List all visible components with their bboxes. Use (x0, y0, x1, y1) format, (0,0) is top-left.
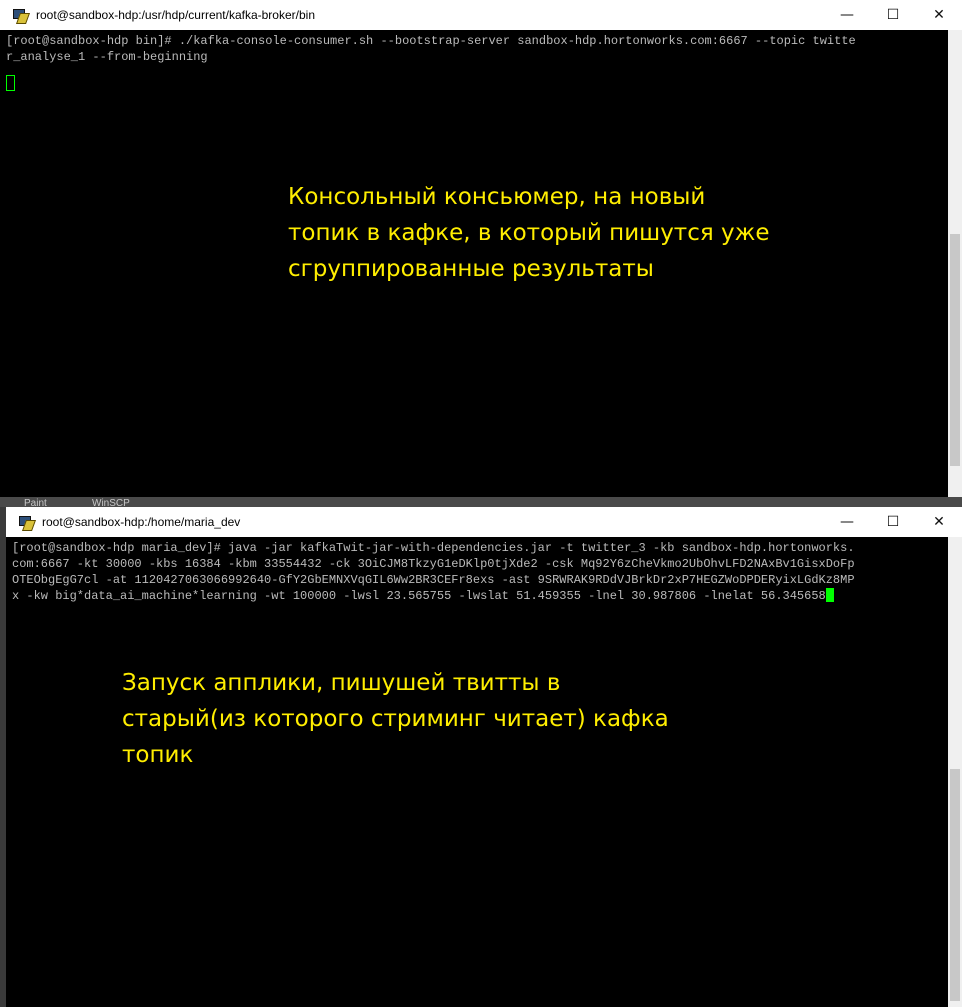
terminal-cursor (825, 588, 834, 602)
annotation-producer: Запуск апплики, пишушей твитты в старый(… (122, 665, 669, 773)
minimize-button[interactable]: — (824, 507, 870, 537)
putty-icon (12, 7, 31, 24)
terminal-line: r_analyse_1 --from-beginning (6, 50, 208, 64)
terminal-line: OTEObgEgG7cl -at 1120427063066992640-GfY… (12, 573, 855, 587)
terminal-cursor (6, 75, 15, 91)
vertical-scrollbar[interactable] (948, 537, 962, 1007)
taskbar-item-paint: Paint (24, 498, 47, 507)
annotation-line: топик в кафке, в который пишутся уже (288, 220, 770, 246)
terminal-line: [root@sandbox-hdp maria_dev]# java -jar … (12, 541, 855, 555)
window-controls: — ☐ ✕ (824, 507, 962, 537)
annotation-line: сгруппированные результаты (288, 256, 654, 282)
terminal-line-text: x -kw big*data_ai_machine*learning -wt 1… (12, 589, 826, 603)
terminal-line: com:6667 -kt 30000 -kbs 16384 -kbm 33554… (12, 557, 855, 571)
title-bar[interactable]: root@sandbox-hdp:/usr/hdp/current/kafka-… (0, 0, 962, 30)
annotation-line: Запуск апплики, пишушей твитты в (122, 670, 561, 696)
maximize-button[interactable]: ☐ (870, 0, 916, 30)
annotation-line: Консольный консьюмер, на новый (288, 184, 706, 210)
maximize-button[interactable]: ☐ (870, 507, 916, 537)
window-title: root@sandbox-hdp:/home/maria_dev (42, 515, 241, 529)
window-controls: — ☐ ✕ (824, 0, 962, 30)
close-button[interactable]: ✕ (916, 0, 962, 30)
scrollbar-thumb[interactable] (950, 234, 960, 466)
terminal-window-kafka-producer[interactable]: root@sandbox-hdp:/home/maria_dev — ☐ ✕ [… (6, 507, 962, 1007)
scrollbar-thumb[interactable] (950, 769, 960, 1001)
annotation-line: топик (122, 742, 194, 768)
taskbar-item-winscp: WinSCP (92, 498, 130, 507)
close-button[interactable]: ✕ (916, 507, 962, 537)
minimize-button[interactable]: — (824, 0, 870, 30)
background-desktop-strip: Paint WinSCP (0, 497, 962, 507)
title-bar[interactable]: root@sandbox-hdp:/home/maria_dev — ☐ ✕ (6, 507, 962, 537)
putty-icon (18, 514, 37, 531)
terminal-line: [root@sandbox-hdp bin]# ./kafka-console-… (6, 34, 856, 48)
annotation-line: старый(из которого стриминг читает) кафк… (122, 706, 669, 732)
annotation-consumer: Консольный консьюмер, на новый топик в к… (288, 179, 769, 287)
terminal-window-kafka-consumer[interactable]: root@sandbox-hdp:/usr/hdp/current/kafka-… (0, 0, 962, 497)
vertical-scrollbar[interactable] (948, 30, 962, 497)
terminal-line-last: x -kw big*data_ai_machine*learning -wt 1… (12, 588, 948, 604)
window-title: root@sandbox-hdp:/usr/hdp/current/kafka-… (36, 8, 315, 22)
